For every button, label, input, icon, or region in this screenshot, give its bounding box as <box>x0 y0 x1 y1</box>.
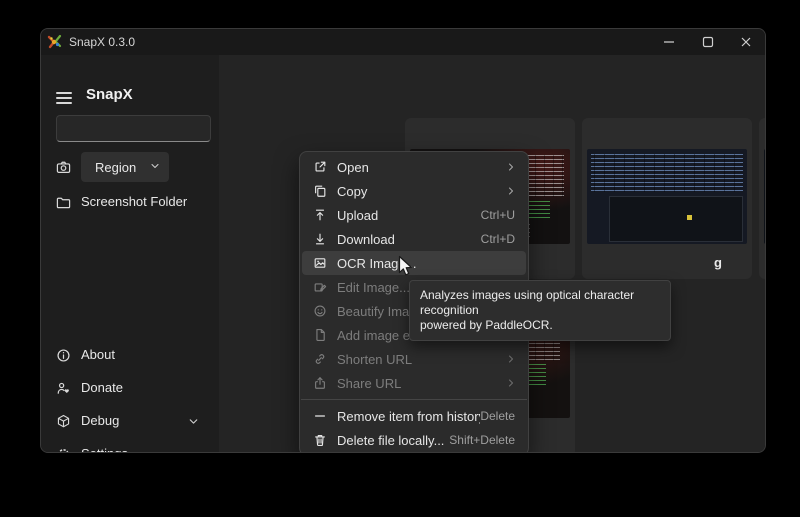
share-icon <box>311 376 328 390</box>
camera-icon[interactable] <box>56 160 71 175</box>
menu-item-label: Shorten URL <box>337 352 505 367</box>
screenshot-card-3[interactable]: PIO0SALp67.png <box>759 118 766 279</box>
screenshot-thumbnail[interactable] <box>764 149 766 244</box>
sidebar-item-settings[interactable]: Settings <box>81 446 128 453</box>
menu-item-label: Delete file locally... <box>337 433 449 448</box>
snapx-window: SnapX 0.3.0 SnapX <box>40 28 766 453</box>
minus-icon <box>311 409 328 423</box>
menu-item-shortcut: Ctrl+D <box>481 232 515 246</box>
sidebar-item-about[interactable]: About <box>81 347 115 362</box>
ocr-image-icon <box>311 256 328 270</box>
menu-item-copy[interactable]: Copy <box>302 179 526 203</box>
menu-item-shortcut: Shift+Delete <box>449 433 515 447</box>
donate-heart-icon <box>56 381 71 396</box>
menu-item-label: Upload <box>337 208 481 223</box>
menu-item-label: Copy <box>337 184 505 199</box>
tooltip-line-1: Analyzes images using optical character … <box>420 288 660 318</box>
snapx-logo-icon <box>47 34 63 50</box>
menu-item-remove-from-history[interactable]: Remove item from history Delete <box>302 404 526 428</box>
copy-icon <box>311 184 328 198</box>
hamburger-menu-icon[interactable] <box>56 92 72 104</box>
download-icon <box>311 232 328 246</box>
trash-icon <box>311 433 328 447</box>
capture-mode-label: Region <box>95 160 149 175</box>
menu-item-upload[interactable]: Upload Ctrl+U <box>302 203 526 227</box>
info-icon <box>56 348 71 363</box>
chevron-right-icon <box>505 161 517 173</box>
capture-mode-dropdown[interactable]: Region <box>81 152 169 182</box>
debug-cube-icon <box>56 414 71 429</box>
minimize-button[interactable] <box>651 29 687 55</box>
chevron-right-icon <box>505 185 517 197</box>
screenshot-filename: PIO0SALp67.png <box>759 255 766 270</box>
screenshot-card-2[interactable]: g <box>582 118 752 279</box>
folder-icon <box>56 195 71 210</box>
screenshot-stage: SnapX 0.3.0 SnapX <box>0 0 800 517</box>
menu-item-open[interactable]: Open <box>302 155 526 179</box>
menu-item-ocr-image[interactable]: OCR Image... <box>302 251 526 275</box>
page-effects-icon <box>311 328 328 342</box>
open-external-icon <box>311 160 328 174</box>
link-icon <box>311 352 328 366</box>
sidebar-item-screenshot-folder[interactable]: Screenshot Folder <box>81 194 187 209</box>
search-input[interactable] <box>56 115 211 142</box>
sidebar-item-donate[interactable]: Donate <box>81 380 123 395</box>
gear-icon <box>56 447 71 453</box>
screenshot-thumbnail[interactable] <box>587 149 747 244</box>
menu-item-label: Share URL <box>337 376 505 391</box>
titlebar: SnapX 0.3.0 <box>41 29 765 55</box>
sidebar: SnapX Region Screenshot Fo <box>41 55 219 452</box>
menu-item-label: Open <box>337 160 505 175</box>
close-button[interactable] <box>725 29 766 55</box>
app-heading: SnapX <box>86 86 133 103</box>
chevron-right-icon <box>505 377 517 389</box>
window-title: SnapX 0.3.0 <box>69 29 135 55</box>
maximize-button[interactable] <box>690 29 726 55</box>
chevron-right-icon <box>505 353 517 365</box>
menu-separator <box>301 399 527 400</box>
screenshot-filename: g <box>714 255 722 270</box>
menu-item-shortcut: Ctrl+U <box>481 208 515 222</box>
tooltip-line-2: powered by PaddleOCR. <box>420 318 660 333</box>
menu-item-shorten-url[interactable]: Shorten URL <box>302 347 526 371</box>
edit-image-icon <box>311 280 328 294</box>
menu-item-shortcut: Delete <box>480 409 515 423</box>
menu-item-label: OCR Image... <box>337 256 526 271</box>
menu-item-delete-file-locally[interactable]: Delete file locally... Shift+Delete <box>302 428 526 452</box>
upload-icon <box>311 208 328 222</box>
smiley-icon <box>311 304 328 318</box>
chevron-down-icon[interactable] <box>187 415 200 433</box>
menu-item-label: Download <box>337 232 481 247</box>
sidebar-item-debug[interactable]: Debug <box>81 413 119 428</box>
ocr-tooltip: Analyzes images using optical character … <box>409 280 671 341</box>
chevron-down-icon <box>149 160 161 175</box>
menu-item-download[interactable]: Download Ctrl+D <box>302 227 526 251</box>
menu-item-share-url[interactable]: Share URL <box>302 371 526 395</box>
menu-item-label: Remove item from history <box>337 409 480 424</box>
